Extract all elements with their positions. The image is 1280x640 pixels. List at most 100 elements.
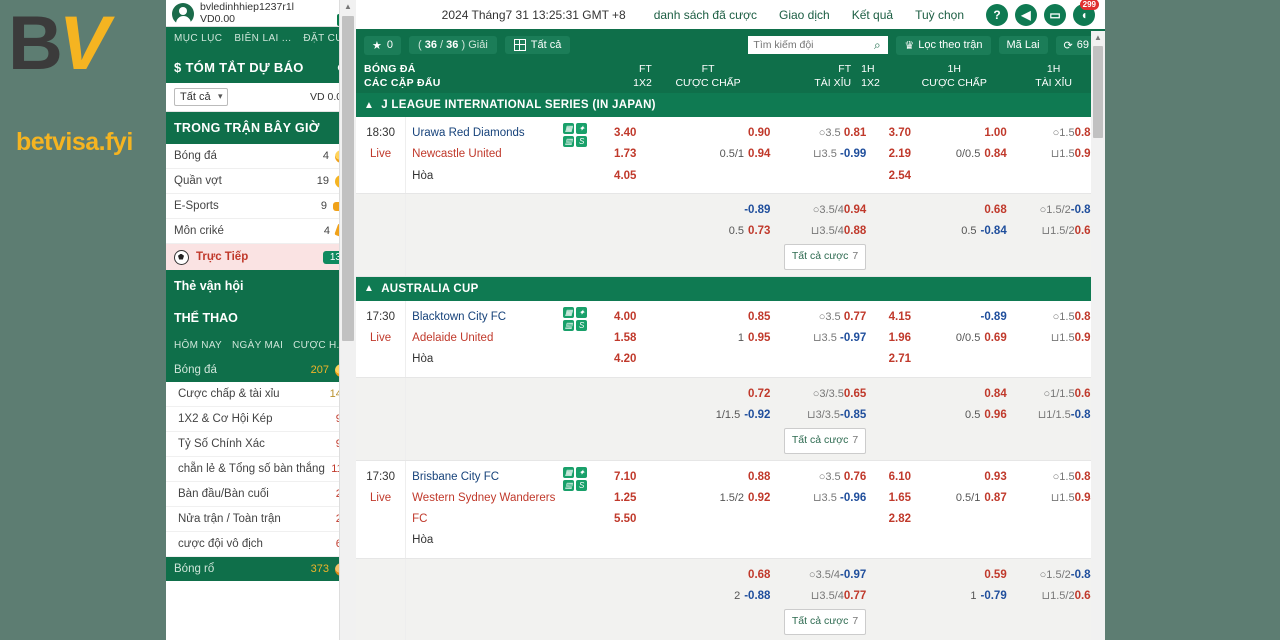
ft-ou-under-odd[interactable]: -0.97 [840, 332, 866, 344]
league-header[interactable]: ▲ AUSTRALIA CUP [356, 277, 1105, 301]
menu-item-muc-luc[interactable]: MỤC LỤC [174, 33, 222, 46]
h1-1x2-away[interactable]: 1.96 [872, 328, 911, 349]
chevron-up-icon[interactable]: ▲ [364, 283, 374, 294]
sound-icon[interactable]: ◀ [1015, 4, 1037, 26]
ft-1x2-away[interactable]: 1.25 [589, 488, 636, 509]
subrow-h1-handicap-cell[interactable]: 0.84 0.50.96 [915, 378, 1015, 460]
h1-handicap-cell[interactable]: -0.89 0/0.50.69 [915, 301, 1015, 377]
h1-hdp-home-odd[interactable]: 1.00 [984, 127, 1006, 139]
favourites-button[interactable]: ★ 0 [364, 36, 401, 55]
pitch-icon[interactable]: ✦ [576, 467, 587, 478]
ft-1x2-away[interactable]: 1.73 [589, 144, 636, 165]
ft-1x2-home[interactable]: 3.40 [589, 123, 636, 144]
sidebar-item-quan-vot[interactable]: Quần vợt 19 [166, 169, 356, 194]
table-row[interactable]: 17:30 Live Blacktown City FC Adelaide Un… [356, 301, 1105, 378]
main-scrollbar[interactable]: ▲ [1091, 31, 1105, 640]
ft-handicap-cell[interactable]: 0.85 10.95 [666, 301, 776, 377]
scroll-up-arrow-icon[interactable]: ▲ [1091, 31, 1105, 44]
h1-1x2-home[interactable]: 3.70 [872, 123, 911, 144]
ft-1x2-draw[interactable]: 4.05 [589, 166, 636, 187]
h1-hdp-away-odd[interactable]: 0.84 [984, 148, 1006, 160]
tab-hom-nay[interactable]: HÔM NAY [174, 340, 222, 351]
sidebar-item-bong-da[interactable]: Bóng đá 207 [166, 358, 356, 382]
h1-1x2-away[interactable]: 1.65 [872, 488, 911, 509]
show-all-button[interactable]: Tất cả [505, 36, 571, 54]
sub-ft-ou-under-odd[interactable]: 0.88 [844, 225, 866, 237]
stream-icon[interactable]: S [576, 136, 587, 147]
subrow-ft-handicap-cell[interactable]: 0.68 2-0.88 [666, 559, 776, 640]
sidebar-item-cricket[interactable]: Môn criké 4 [166, 219, 356, 244]
menu-item-bien-lai[interactable]: BIÊN LAI ... [234, 33, 291, 46]
sidebar-item-truc-tiep[interactable]: Trực Tiếp 13 [166, 244, 356, 270]
forecast-filter-select[interactable]: Tất cả [174, 88, 228, 106]
sub-ft-ou-over-odd[interactable]: 0.94 [844, 204, 866, 216]
h1-hdp-away-odd[interactable]: 0.87 [984, 492, 1006, 504]
ft-ou-under-odd[interactable]: -0.96 [840, 492, 866, 504]
sub-h1-hdp-home-odd[interactable]: 0.68 [984, 204, 1006, 216]
table-subrow[interactable]: -0.89 0.50.73 ○3.5/40.94 ⊔3.5/40.88 Tất … [356, 194, 1105, 277]
sidebar-item-bong-da-inplay[interactable]: Bóng đá 4 [166, 144, 356, 169]
subrow-ft-overunder-cell[interactable]: ○3/3.50.65 ⊔3/3.5-0.85 Tất cả cược7 [776, 378, 872, 460]
ft-1x2-home[interactable]: 7.10 [589, 467, 636, 488]
ft-1x2-draw[interactable]: 4.20 [589, 349, 636, 370]
sub-ft-ou-under-odd[interactable]: 0.77 [844, 590, 866, 602]
ft-ou-over-odd[interactable]: 0.77 [844, 311, 866, 323]
sub-h1-hdp-home-odd[interactable]: 0.59 [984, 569, 1006, 581]
all-bets-button[interactable]: Tất cả cược7 [784, 609, 866, 634]
ft-hdp-home-odd[interactable]: 0.88 [748, 471, 770, 483]
chart-icon[interactable]: ▥ [563, 320, 574, 331]
sidebar-market-cuoc-doi-vo-dich[interactable]: cược đội vô địch 64 [166, 532, 356, 557]
sidebar-item-esports[interactable]: E-Sports 9 [166, 194, 356, 219]
leagues-count-chip[interactable]: ( 36 / 36 ) Giải [409, 36, 497, 54]
ft-overunder-cell[interactable]: ○3.5 0.81 ⊔3.5 -0.99 [776, 117, 872, 193]
ft-hdp-home-odd[interactable]: 0.90 [748, 127, 770, 139]
ft-ou-over-odd[interactable]: 0.81 [844, 127, 866, 139]
h1-1x2-draw[interactable]: 2.54 [872, 166, 911, 187]
scroll-up-arrow-icon[interactable]: ▲ [340, 0, 356, 14]
ft-hdp-away-odd[interactable]: 0.95 [748, 332, 770, 344]
h1-1x2-cell[interactable]: 4.15 1.96 2.71 [872, 301, 915, 377]
scrollbar-thumb[interactable] [1093, 46, 1103, 138]
h1-1x2-cell[interactable]: 3.70 2.19 2.54 [872, 117, 915, 193]
sidebar-section-the-thao[interactable]: THỂ THAO ▼ [166, 302, 356, 334]
h1-1x2-home[interactable]: 4.15 [872, 307, 911, 328]
tab-cuoc-h[interactable]: CƯỢC H... [293, 340, 346, 351]
sub-ft-ou-under-odd[interactable]: -0.85 [840, 409, 866, 421]
h1-hdp-home-odd[interactable]: 0.93 [984, 471, 1006, 483]
ft-ou-over-odd[interactable]: 0.76 [844, 471, 866, 483]
subrow-ft-handicap-cell[interactable]: 0.72 1/1.5-0.92 [666, 378, 776, 460]
stats-icon[interactable]: ▦ [563, 123, 574, 134]
sidebar-market-cuoc-chap-tai-xiu[interactable]: Cược chấp & tài xỉu 143 [166, 382, 356, 407]
sub-ft-hdp-away-odd[interactable]: 0.73 [748, 225, 770, 237]
ft-handicap-cell[interactable]: 0.88 1.5/20.92 [666, 461, 776, 558]
ft-1x2-cell[interactable]: 7.10 1.25 5.50 [589, 461, 666, 558]
table-row[interactable]: 17:30 Live Brisbane City FC Western Sydn… [356, 461, 1105, 559]
tab-ngay-mai[interactable]: NGÀY MAI [232, 340, 283, 351]
pitch-icon[interactable]: ✦ [576, 123, 587, 134]
all-bets-button[interactable]: Tất cả cược7 [784, 244, 866, 269]
ft-1x2-cell[interactable]: 4.00 1.58 4.20 [589, 301, 666, 377]
ft-1x2-home[interactable]: 4.00 [589, 307, 636, 328]
h1-hdp-away-odd[interactable]: 0.69 [984, 332, 1006, 344]
h1-1x2-home[interactable]: 6.10 [872, 467, 911, 488]
sub-ft-hdp-home-odd[interactable]: -0.89 [744, 204, 770, 216]
chevron-up-icon[interactable]: ▲ [364, 100, 374, 111]
stream-icon[interactable]: S [576, 320, 587, 331]
search-input[interactable] [748, 36, 866, 54]
chat-icon[interactable]: ◖ 299 [1073, 4, 1095, 26]
ft-hdp-away-odd[interactable]: 0.94 [748, 148, 770, 160]
table-subrow[interactable]: 0.68 2-0.88 ○3.5/4-0.97 ⊔3.5/40.77 Tất c… [356, 559, 1105, 640]
stats-icon[interactable]: ▦ [563, 467, 574, 478]
nav-tuy-chon[interactable]: Tuỳ chọn [915, 8, 964, 22]
sidebar-market-ty-so-chinh-xac[interactable]: Tỷ Số Chính Xác 91 [166, 432, 356, 457]
h1-1x2-draw[interactable]: 2.82 [872, 509, 911, 530]
h1-hdp-home-odd[interactable]: -0.89 [981, 311, 1007, 323]
sub-ft-hdp-away-odd[interactable]: -0.88 [744, 590, 770, 602]
sidebar-item-bong-ro[interactable]: Bóng rổ 373 [166, 557, 356, 581]
stream-icon[interactable]: S [576, 480, 587, 491]
subrow-ft-handicap-cell[interactable]: -0.89 0.50.73 [666, 194, 776, 276]
pitch-icon[interactable]: ✦ [576, 307, 587, 318]
sub-h1-hdp-away-odd[interactable]: 0.96 [984, 409, 1006, 421]
sub-ft-hdp-home-odd[interactable]: 0.68 [748, 569, 770, 581]
sub-ft-ou-over-odd[interactable]: -0.97 [840, 569, 866, 581]
